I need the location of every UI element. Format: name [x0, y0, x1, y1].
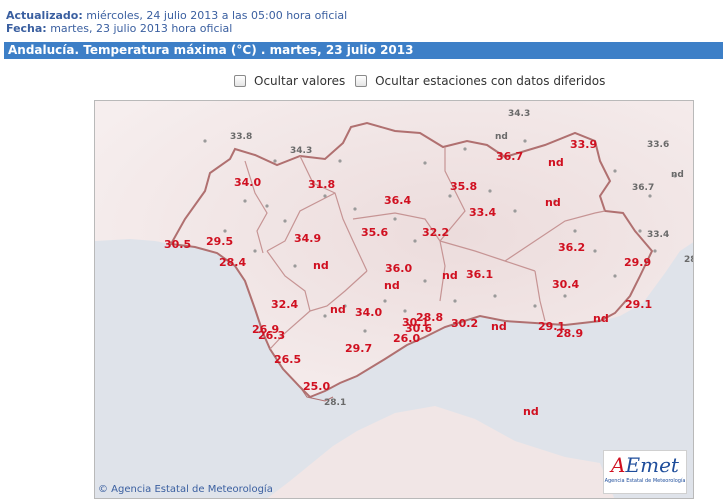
station-value[interactable]: 32.2: [422, 227, 449, 239]
land-south: [267, 406, 615, 498]
station-value[interactable]: nd: [491, 321, 507, 333]
station-value[interactable]: nd: [442, 270, 458, 282]
station-value[interactable]: 31.8: [308, 179, 335, 191]
station-value[interactable]: 33.4: [647, 229, 669, 241]
station-value[interactable]: 36.2: [558, 242, 585, 254]
station-value[interactable]: 28.4: [219, 257, 246, 269]
station-value[interactable]: 29.9: [624, 257, 651, 269]
station-value[interactable]: 33.6: [647, 139, 669, 151]
hide-deferred-option[interactable]: Ocultar estaciones con datos diferidos: [355, 74, 605, 88]
station-value[interactable]: 34.3: [290, 145, 312, 157]
aemet-logo[interactable]: AEmet Agencia Estatal de Meteorología: [603, 450, 687, 494]
station-value[interactable]: 28.1: [324, 397, 346, 409]
updated-line: Actualizado: miércoles, 24 julio 2013 a …: [6, 9, 347, 22]
station-value[interactable]: nd: [495, 131, 508, 143]
station-value[interactable]: 35.6: [361, 227, 388, 239]
hide-values-option[interactable]: Ocultar valores: [234, 74, 345, 88]
station-value[interactable]: 35.8: [450, 181, 477, 193]
hide-values-label: Ocultar valores: [254, 74, 346, 88]
temperature-map[interactable]: 33.8 34.3 34.3 nd 33.9 33.6 36.7 nd nd 34.0 31.8 35…: [94, 100, 694, 499]
date-value: martes, 23 julio 2013 hora oficial: [50, 22, 233, 35]
station-value[interactable]: nd: [548, 157, 564, 169]
station-value[interactable]: 33.8: [230, 131, 252, 143]
station-value[interactable]: 26.0: [393, 333, 420, 345]
page-title: Andalucía. Temperatura máxima (°C) . mar…: [4, 42, 723, 59]
logo-sub: Agencia Estatal de Meteorología: [604, 478, 686, 484]
hide-deferred-checkbox[interactable]: [355, 75, 368, 87]
map-base: [95, 101, 693, 498]
station-value[interactable]: 29.1: [625, 299, 652, 311]
updated-value: miércoles, 24 julio 2013 a las 05:00 hor…: [86, 9, 348, 22]
station-value[interactable]: nd: [330, 304, 346, 316]
map-options: Ocultar valores Ocultar estaciones con d…: [234, 74, 611, 90]
station-value[interactable]: nd: [671, 169, 684, 181]
station-value[interactable]: nd: [523, 406, 539, 418]
updated-label: Actualizado:: [6, 9, 83, 22]
logo-word: AEmet: [611, 453, 679, 477]
date-line: Fecha: martes, 23 julio 2013 hora oficia…: [6, 22, 232, 35]
station-value[interactable]: 36.7: [496, 151, 523, 163]
hide-deferred-label: Ocultar estaciones con datos diferidos: [375, 74, 606, 88]
station-value[interactable]: 36.1: [466, 269, 493, 281]
station-value[interactable]: 28.4: [684, 254, 693, 266]
station-value[interactable]: 29.7: [345, 343, 372, 355]
station-value[interactable]: nd: [313, 260, 329, 272]
station-value[interactable]: 33.9: [570, 139, 597, 151]
map-copyright: © Agencia Estatal de Meteorología: [98, 484, 273, 495]
station-value[interactable]: 36.4: [384, 195, 411, 207]
station-value[interactable]: nd: [593, 313, 609, 325]
station-value[interactable]: 34.0: [234, 177, 261, 189]
station-value[interactable]: 33.4: [469, 207, 496, 219]
station-value[interactable]: 32.4: [271, 299, 298, 311]
station-value[interactable]: 30.4: [552, 279, 579, 291]
station-value[interactable]: 34.3: [508, 108, 530, 120]
station-value[interactable]: 36.7: [632, 182, 654, 194]
date-label: Fecha:: [6, 22, 47, 35]
station-value[interactable]: 26.3: [258, 330, 285, 342]
station-value[interactable]: 34.0: [355, 307, 382, 319]
station-value[interactable]: 26.5: [274, 354, 301, 366]
station-value[interactable]: 34.9: [294, 233, 321, 245]
station-value[interactable]: nd: [384, 280, 400, 292]
station-value[interactable]: 30.2: [451, 318, 478, 330]
station-value[interactable]: 28.9: [556, 328, 583, 340]
hide-values-checkbox[interactable]: [234, 75, 246, 87]
station-value[interactable]: 30.5: [164, 239, 191, 251]
station-value[interactable]: nd: [545, 197, 561, 209]
station-value[interactable]: 36.0: [385, 263, 412, 275]
station-value[interactable]: 25.0: [303, 381, 330, 393]
station-value[interactable]: 29.5: [206, 236, 233, 248]
